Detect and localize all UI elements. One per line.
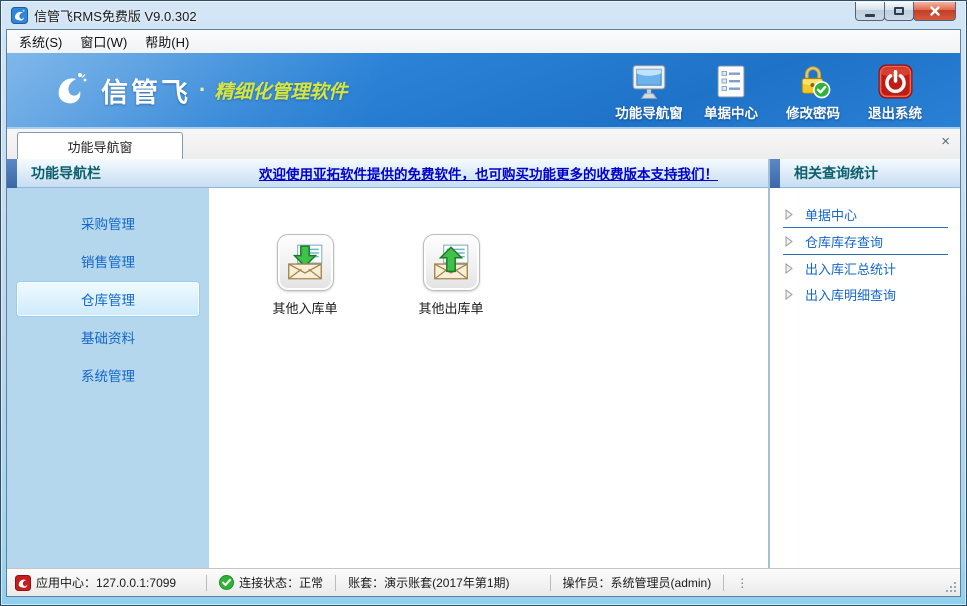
envelope-arrow-in-icon xyxy=(284,242,326,284)
change-password-button[interactable]: 修改密码 xyxy=(772,58,854,122)
main-area: 欢迎使用亚拓软件提供的免费软件，也可购买功能更多的收费版本支持我们！ xyxy=(209,159,768,568)
sidebar-item-purchase[interactable]: 采购管理 xyxy=(16,204,200,242)
main-body: 其他入库单 其 xyxy=(209,188,768,568)
status-separator xyxy=(206,575,207,591)
main-header: 欢迎使用亚拓软件提供的免费软件，也可购买功能更多的收费版本支持我们！ xyxy=(209,159,768,188)
status-operator: 操作员： 系统管理员(admin) xyxy=(563,574,712,591)
sidebar-header: 功能导航栏 xyxy=(7,159,209,188)
status-separator xyxy=(723,575,724,591)
shortcut-other-inbound-label: 其他入库单 xyxy=(272,298,337,317)
close-button[interactable] xyxy=(913,2,956,21)
power-icon xyxy=(877,63,914,100)
minimize-icon xyxy=(865,14,875,17)
operator-value: 系统管理员(admin) xyxy=(611,574,712,591)
nav-window-button[interactable]: 功能导航窗 xyxy=(608,58,690,122)
query-link-document-center[interactable]: 单据中心 xyxy=(770,201,960,227)
shortcut-other-outbound-label: 其他出库单 xyxy=(418,298,483,317)
sidebar-item-system[interactable]: 系统管理 xyxy=(16,356,200,394)
right-panel-title: 相关查询统计 xyxy=(794,163,878,183)
banner-actions: 功能导航窗 单据中心 xyxy=(608,58,936,122)
app-body: 系统(S) 窗口(W) 帮助(H) 信管飞 · 精细化管理软件 xyxy=(6,29,961,597)
app-logo-icon xyxy=(11,7,28,24)
triangle-bullet-icon xyxy=(785,289,793,300)
connection-value: 正常 xyxy=(299,574,323,591)
sidebar: 功能导航栏 采购管理 销售管理 仓库管理 基础资料 系统管理 xyxy=(7,159,209,568)
close-icon xyxy=(929,5,941,17)
sidebar-title: 功能导航栏 xyxy=(31,163,101,183)
brand-name: 信管飞 xyxy=(101,71,191,110)
title-bar: 信管飞RMS免费版 V9.0.302 xyxy=(2,2,965,29)
change-password-label: 修改密码 xyxy=(772,102,854,122)
right-panel-body: 单据中心 仓库库存查询 出入库汇总统计 xyxy=(770,188,960,568)
menu-system[interactable]: 系统(S) xyxy=(13,30,74,53)
shortcut-other-inbound[interactable]: 其他入库单 xyxy=(249,234,361,317)
app-center-logo-icon xyxy=(15,575,31,591)
envelope-arrow-out-icon xyxy=(430,242,472,284)
app-center-label: 应用中心： xyxy=(36,574,96,591)
exit-system-label: 退出系统 xyxy=(854,102,936,122)
status-separator xyxy=(550,575,551,591)
maximize-icon xyxy=(894,7,904,15)
triangle-bullet-icon xyxy=(785,236,793,247)
connection-label: 连接状态： xyxy=(239,574,299,591)
window-controls xyxy=(856,2,956,21)
resize-grip-icon[interactable] xyxy=(944,580,957,593)
menu-bar: 系统(S) 窗口(W) 帮助(H) xyxy=(7,30,960,53)
menu-window[interactable]: 窗口(W) xyxy=(74,30,139,53)
brand: 信管飞 · 精细化管理软件 xyxy=(49,68,347,112)
welcome-link[interactable]: 欢迎使用亚拓软件提供的免费软件，也可购买功能更多的收费版本支持我们！ xyxy=(259,163,718,183)
shortcut-other-outbound-button xyxy=(423,234,480,291)
right-panel: 相关查询统计 单据中心 仓库库存查询 xyxy=(770,159,960,568)
right-panel-header: 相关查询统计 xyxy=(770,159,960,188)
document-center-label: 单据中心 xyxy=(690,102,772,122)
triangle-bullet-icon xyxy=(785,263,793,274)
status-connection: 连接状态： 正常 xyxy=(219,574,323,591)
operator-label: 操作员： xyxy=(563,574,611,591)
tab-nav-window[interactable]: 功能导航窗 xyxy=(17,132,183,159)
brand-slogan: 精细化管理软件 xyxy=(214,77,347,104)
sidebar-item-sales[interactable]: 销售管理 xyxy=(16,242,200,280)
nav-window-label: 功能导航窗 xyxy=(608,102,690,122)
status-grip-dots: ⋮ xyxy=(736,578,748,588)
lock-check-icon xyxy=(794,62,832,100)
app-window: 信管飞RMS免费版 V9.0.302 系统(S) 窗口(W) 帮助(H) xyxy=(0,0,967,606)
sidebar-body: 采购管理 销售管理 仓库管理 基础资料 系统管理 xyxy=(7,188,209,568)
right-panel-header-accent xyxy=(770,159,780,188)
shortcut-other-inbound-button xyxy=(277,234,334,291)
tab-strip: 功能导航窗 × xyxy=(7,129,960,159)
query-link-warehouse-stock[interactable]: 仓库库存查询 xyxy=(770,228,960,254)
sidebar-header-accent xyxy=(7,159,17,188)
triangle-bullet-icon xyxy=(785,209,793,220)
query-link-inout-summary[interactable]: 出入库汇总统计 xyxy=(770,255,960,281)
account-label: 账套： xyxy=(348,574,384,591)
maximize-button[interactable] xyxy=(884,2,914,21)
menu-help[interactable]: 帮助(H) xyxy=(139,30,201,53)
brand-separator-dot: · xyxy=(199,77,206,103)
status-app-center: 应用中心： 127.0.0.1:7099 xyxy=(15,574,176,591)
query-link-inout-detail[interactable]: 出入库明细查询 xyxy=(770,281,960,307)
status-account: 账套： 演示账套(2017年第1期) xyxy=(348,574,509,591)
window-title: 信管飞RMS免费版 V9.0.302 xyxy=(34,6,197,25)
document-center-button[interactable]: 单据中心 xyxy=(690,58,772,122)
brand-logo-icon xyxy=(49,68,93,112)
shortcut-other-outbound[interactable]: 其他出库单 xyxy=(395,234,507,317)
sidebar-item-warehouse[interactable]: 仓库管理 xyxy=(16,281,200,317)
status-bar: 应用中心： 127.0.0.1:7099 连接状态： 正常 账套： 演示账套(2… xyxy=(7,568,960,596)
banner: 信管飞 · 精细化管理软件 功能导航窗 xyxy=(7,53,960,129)
exit-system-button[interactable]: 退出系统 xyxy=(854,58,936,122)
document-list-icon xyxy=(714,64,748,100)
connection-ok-icon xyxy=(219,575,234,590)
status-separator xyxy=(335,575,336,591)
content: 功能导航栏 采购管理 销售管理 仓库管理 基础资料 系统管理 欢迎使用亚拓软件提… xyxy=(7,159,960,568)
account-value: 演示账套(2017年第1期) xyxy=(384,574,509,591)
tab-close-icon[interactable]: × xyxy=(941,134,950,149)
monitor-icon xyxy=(630,64,668,100)
app-center-value: 127.0.0.1:7099 xyxy=(96,576,176,590)
minimize-button[interactable] xyxy=(855,2,885,21)
sidebar-item-basic-data[interactable]: 基础资料 xyxy=(16,318,200,356)
